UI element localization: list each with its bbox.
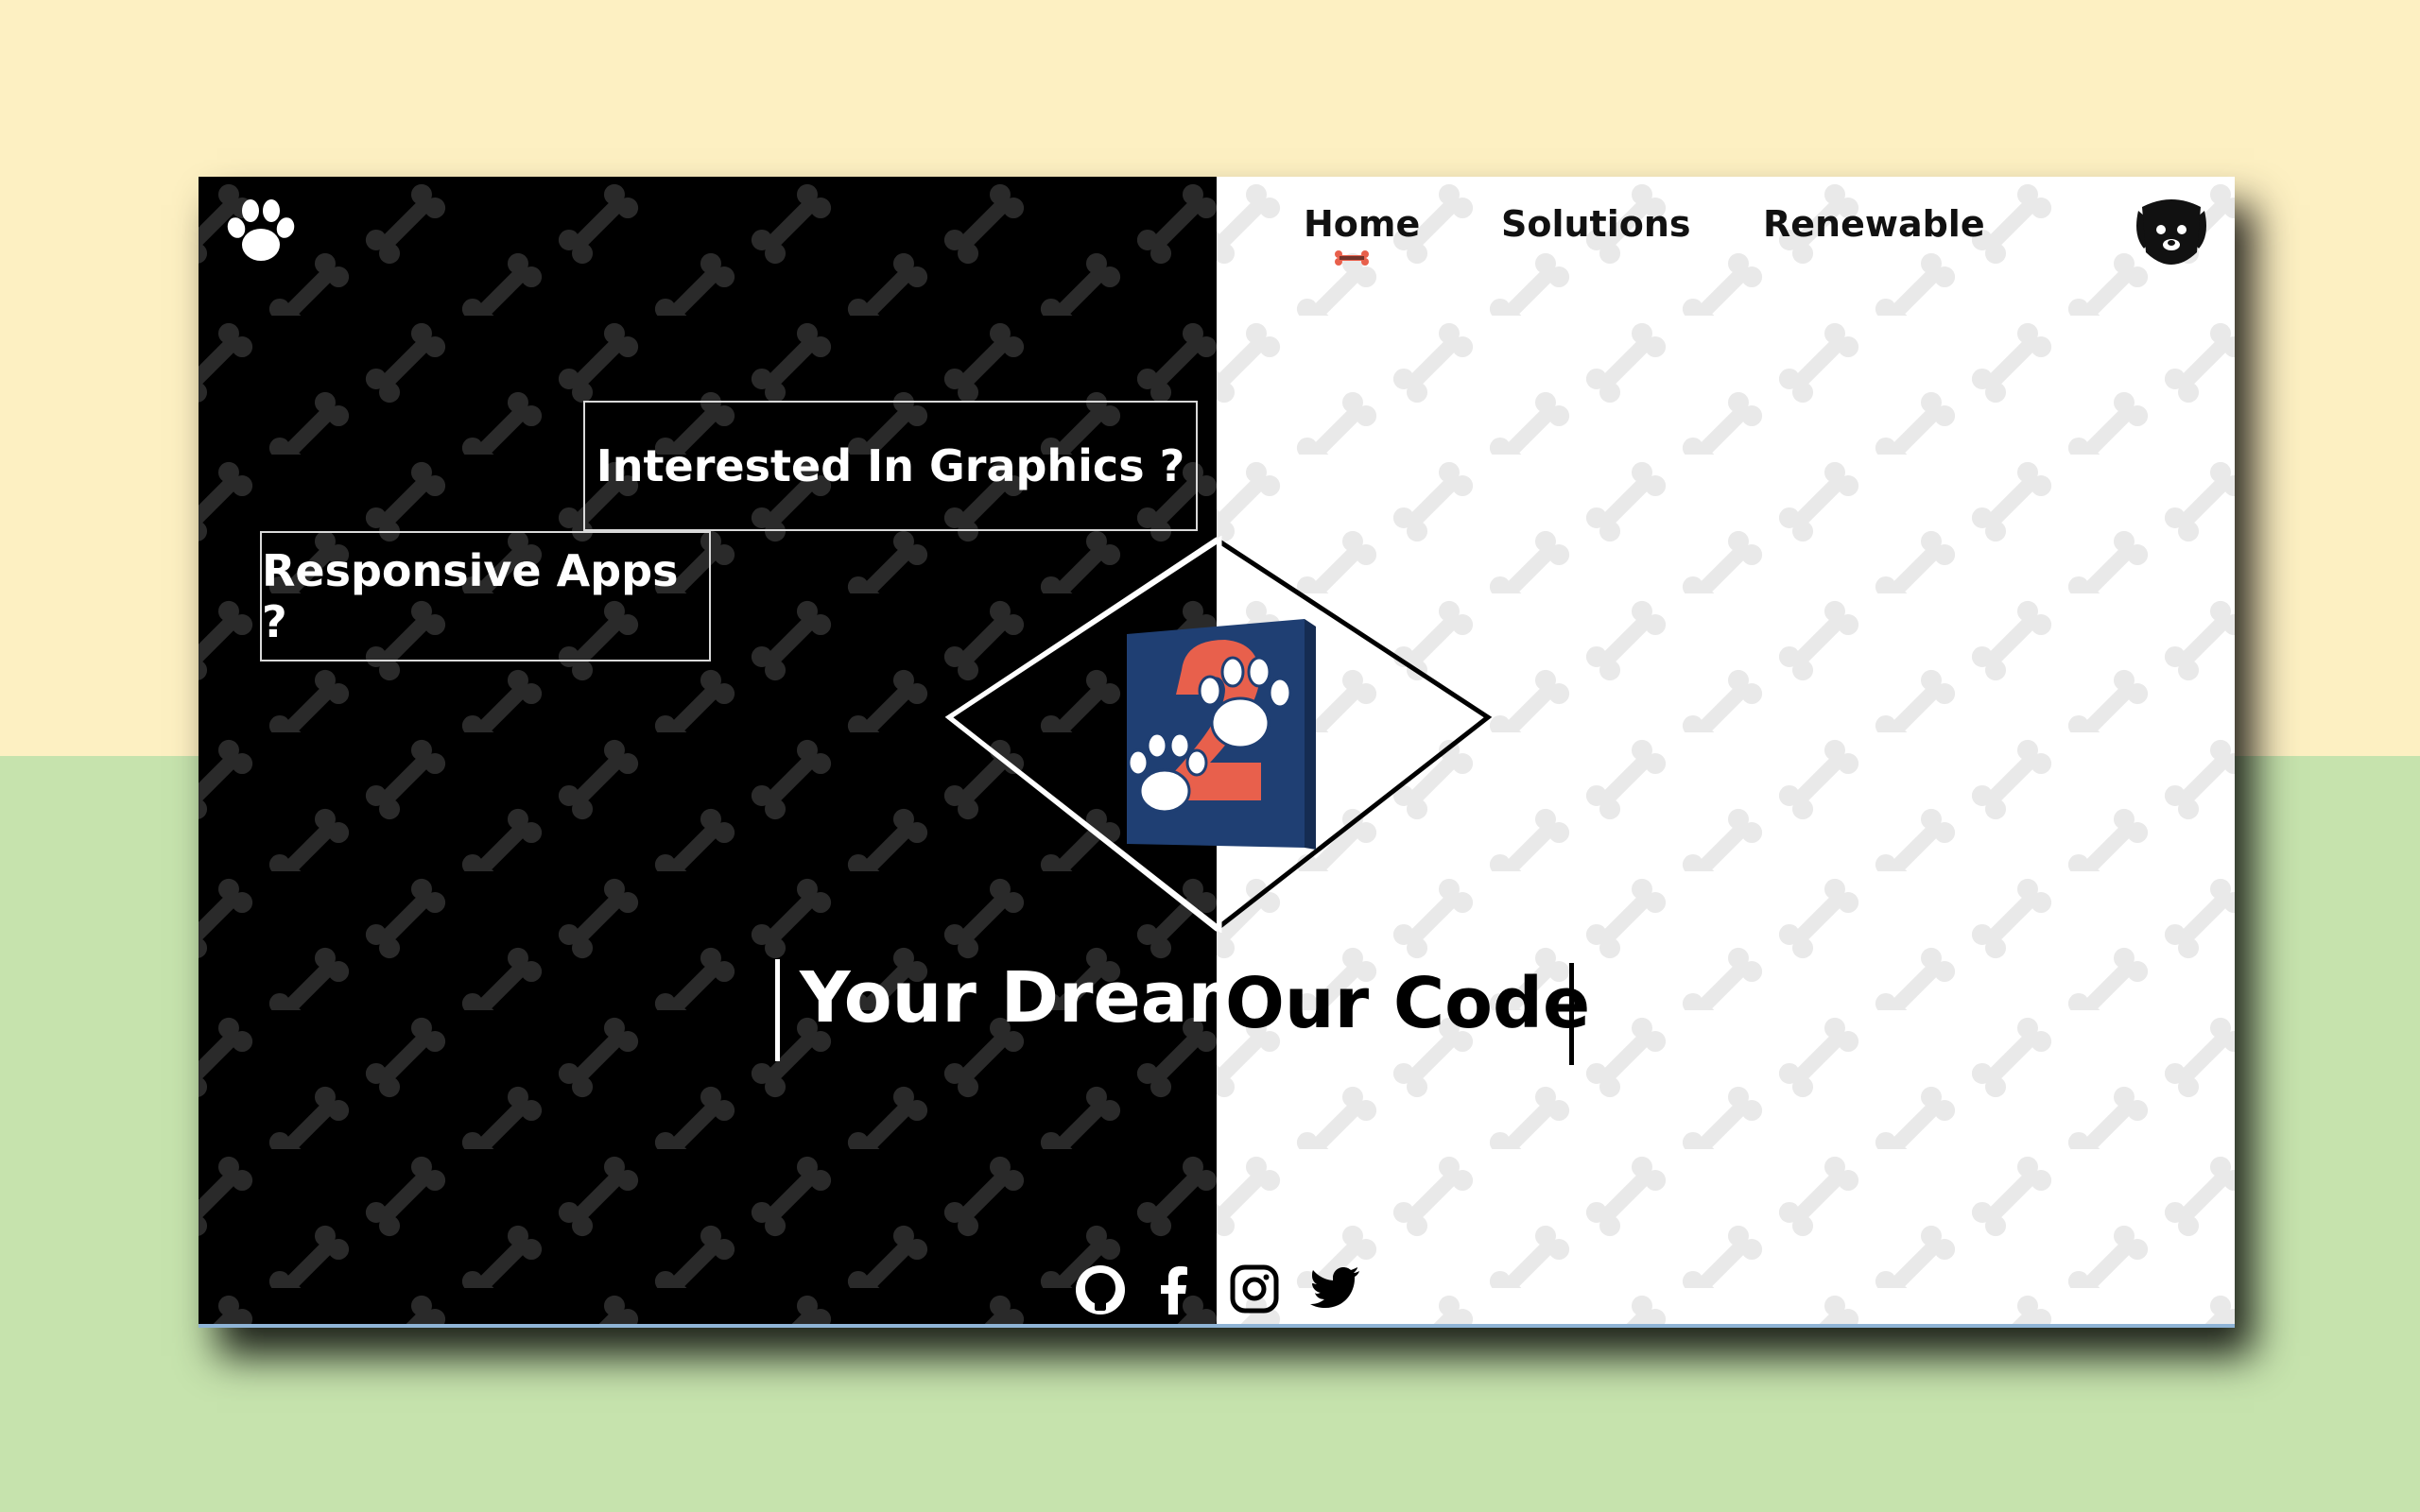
graphics-question-box[interactable]: Interested In Graphics ? (583, 401, 1198, 531)
apps-question-box[interactable]: Responsive Apps ? (260, 531, 711, 662)
facebook-icon[interactable] (1153, 1263, 1195, 1320)
page: Home Solutions Renewable Interested In G… (0, 0, 2420, 1512)
instagram-icon[interactable] (1229, 1263, 1280, 1318)
window-bottom-border (199, 1324, 2235, 1328)
dog-face-icon[interactable] (2131, 198, 2212, 271)
typing-caret-right (1569, 963, 1574, 1065)
tagline-right: Our Code (1225, 963, 1591, 1044)
active-bone-icon (1333, 250, 1371, 269)
paw-icon[interactable] (223, 198, 299, 266)
apps-question-text: Responsive Apps ? (262, 545, 679, 647)
nav-solutions[interactable]: Solutions (1501, 203, 1691, 245)
typing-caret-left (775, 959, 780, 1061)
paw-logo-icon (1119, 611, 1318, 852)
twitter-icon[interactable] (1310, 1265, 1361, 1313)
nav-renewable[interactable]: Renewable (1763, 203, 1985, 245)
tagline-left: Your Dream (800, 957, 1261, 1039)
github-icon[interactable] (1074, 1263, 1127, 1320)
app-window: Home Solutions Renewable Interested In G… (199, 177, 2235, 1328)
graphics-question-text: Interested In Graphics ? (596, 440, 1185, 491)
nav-home[interactable]: Home (1304, 203, 1420, 245)
